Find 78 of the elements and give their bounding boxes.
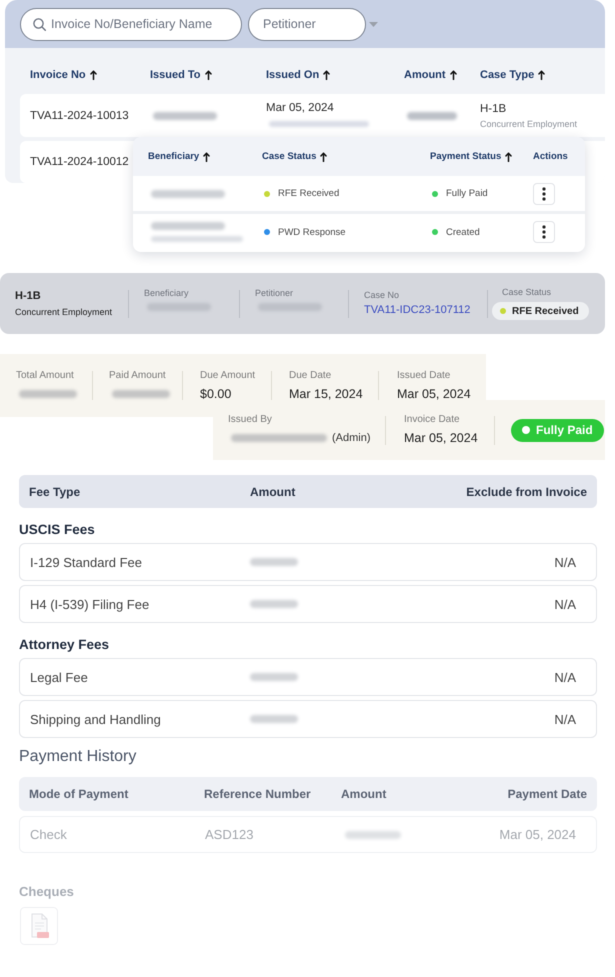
table-cell-text: Check	[30, 827, 68, 842]
case-subtype: Concurrent Employment	[15, 306, 114, 318]
field-value: Mar 15, 2024	[289, 386, 363, 402]
vertical-dots-icon	[542, 225, 546, 239]
table-cell: N/A	[554, 596, 576, 612]
field-label: Due Amount	[200, 370, 256, 382]
column-header[interactable]: Invoice No	[30, 68, 97, 82]
column-header[interactable]: Issued To	[150, 68, 212, 82]
field-value: $0.00	[200, 386, 232, 402]
field-label: Issued Date	[397, 370, 452, 382]
column-header: Exclude from Invoice	[466, 484, 587, 498]
column-header: Payment Date	[508, 787, 587, 801]
case-type: H-1B	[15, 290, 42, 302]
column-header[interactable]: Case Type	[480, 68, 546, 82]
column-header: Reference Number	[204, 787, 312, 801]
table-cell: H-1B	[480, 102, 506, 114]
field-label: Beneficiary	[144, 288, 190, 299]
case-subtype: Concurrent Employment	[480, 118, 578, 128]
table-cell-text: Legal Fee	[30, 670, 89, 684]
table-cell: N/A	[554, 554, 576, 570]
role-label: (Admin)	[332, 432, 371, 444]
arrow-up-icon	[204, 70, 212, 80]
table-cell: N/A	[554, 712, 576, 726]
field-label: Case No	[364, 290, 400, 301]
section-title: Payment History	[19, 747, 138, 767]
arrow-up-icon	[90, 70, 97, 80]
arrow-up-icon	[538, 70, 546, 80]
table-cell: Mar 05, 2024	[499, 827, 576, 842]
status-text: RFE Received	[278, 188, 340, 199]
table-cell: N/A	[554, 670, 576, 684]
status-text: RFE Received	[512, 306, 579, 316]
vertical-dots-icon	[542, 186, 546, 200]
column-header: Actions	[533, 150, 569, 162]
field-label: Paid Amount	[109, 370, 167, 382]
table-cell: TVA11-2024-10012	[30, 156, 129, 168]
status-text: Fully Paid	[536, 423, 593, 437]
search-field[interactable]: Invoice No/Beneficiary Name	[20, 8, 242, 40]
column-header[interactable]: Beneficiary	[148, 150, 210, 162]
group-title: USCIS Fees	[19, 521, 96, 539]
status-text: PWD Response	[278, 226, 346, 238]
status-text: Fully Paid	[446, 188, 488, 199]
case-link[interactable]: TVA11-IDC23-107112	[364, 303, 487, 317]
table-row[interactable]: TVA11-2024-10013 Mar 05, 2024 H-1B Concurrent Employment	[20, 94, 605, 137]
column-header[interactable]: Issued On	[266, 68, 330, 82]
section-title: Cheques	[19, 884, 75, 900]
arrow-up-icon	[505, 152, 512, 162]
group-title: Attorney Fees	[19, 636, 110, 654]
field-label: Issued By	[228, 414, 273, 426]
column-header: Amount	[250, 484, 296, 498]
column-header: Fee Type	[29, 484, 82, 498]
arrow-up-icon	[203, 152, 210, 162]
status-dot-icon	[522, 426, 530, 434]
field-label: Total Amount	[16, 370, 75, 382]
table-cell-text: I-129 Standard Fee	[30, 554, 144, 570]
status-text: Created	[446, 226, 480, 238]
field-label: Due Date	[289, 370, 332, 382]
arrow-up-icon	[323, 70, 330, 80]
more-actions-button[interactable]	[533, 182, 555, 204]
table-cell: Mar 05, 2024	[266, 102, 334, 114]
column-header[interactable]: Amount	[404, 68, 457, 82]
arrow-up-icon	[450, 70, 457, 80]
field-value: Mar 05, 2024	[404, 430, 478, 446]
field-label: Petitioner	[255, 288, 294, 299]
column-header: Amount	[341, 787, 388, 801]
table-cell-text: ASD123	[205, 827, 254, 842]
field-value: Mar 05, 2024	[397, 386, 471, 402]
column-header[interactable]: Payment Status	[430, 150, 512, 162]
table-cell-text: H4 (I-539) Filing Fee	[30, 596, 150, 612]
search-icon	[33, 18, 46, 30]
arrow-up-icon	[320, 152, 328, 162]
column-header: Mode of Payment	[29, 787, 130, 801]
column-header[interactable]: Case Status	[262, 150, 328, 162]
petitioner-field[interactable]: Petitioner	[248, 8, 366, 40]
more-actions-button[interactable]	[533, 221, 555, 243]
table-cell-text: Shipping and Handling	[30, 712, 162, 726]
field-label: Invoice Date	[404, 414, 461, 426]
field-label: Case Status	[502, 287, 552, 298]
table-cell: TVA11-2024-10013	[30, 110, 129, 122]
